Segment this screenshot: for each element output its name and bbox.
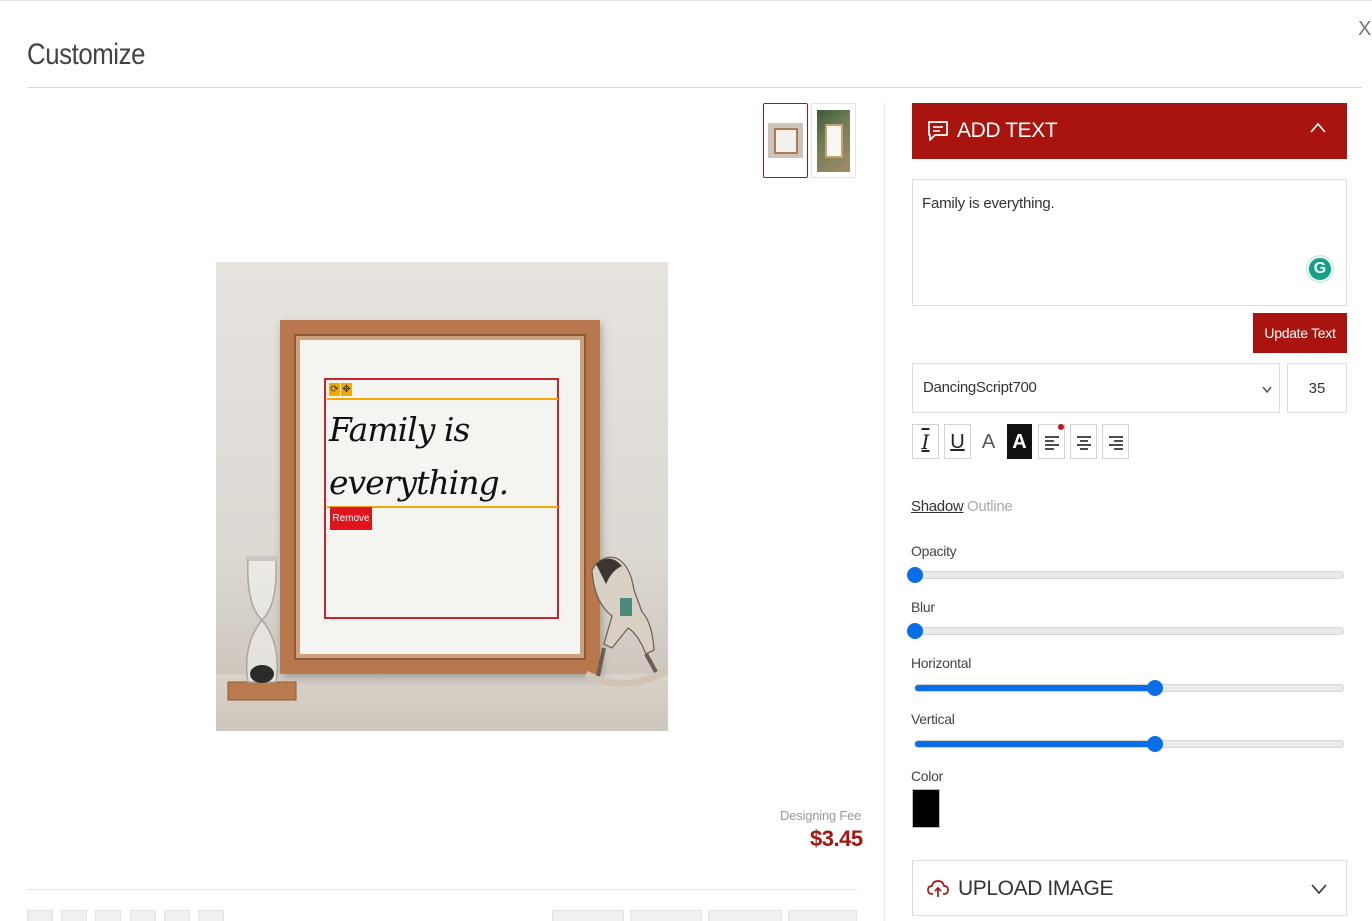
chevron-down-icon [1262, 386, 1272, 394]
color-swatch[interactable] [912, 789, 940, 828]
opacity-slider-thumb[interactable] [907, 567, 923, 583]
chevron-down-icon [1311, 884, 1327, 895]
designing-fee-label: Designing Fee [780, 808, 862, 823]
thumbnail-1-image [768, 123, 803, 158]
font-size-input[interactable] [1287, 363, 1347, 413]
bottom-tool-2[interactable] [61, 910, 87, 921]
vertical-label: Vertical [911, 711, 955, 727]
top-border [0, 0, 1372, 1]
align-center-button[interactable] [1070, 424, 1097, 459]
vertical-slider[interactable] [914, 736, 1344, 752]
close-button[interactable]: X [1358, 18, 1371, 41]
title-divider [27, 87, 1362, 88]
bottom-tool-4[interactable] [130, 910, 156, 921]
hourglass-decor [227, 556, 297, 701]
bottom-action-4[interactable] [788, 910, 857, 921]
thumbnail-2[interactable] [811, 103, 856, 178]
text-outline-button[interactable]: A [975, 424, 1002, 459]
add-text-title: ADD TEXT [957, 119, 1058, 142]
underline-button[interactable]: U [944, 424, 971, 459]
blur-slider[interactable] [907, 623, 1344, 639]
tab-shadow[interactable]: Shadow [911, 498, 964, 515]
remove-text-button[interactable]: Remove [330, 507, 372, 530]
vertical-slider-thumb[interactable] [1146, 736, 1163, 752]
thumbnail-1[interactable] [763, 103, 808, 178]
opacity-slider[interactable] [907, 567, 1344, 583]
comment-icon [928, 121, 948, 141]
bottom-action-3[interactable] [708, 910, 782, 921]
text-fill-button[interactable]: A [1007, 424, 1032, 459]
bottom-tool-1[interactable] [27, 910, 53, 921]
text-input[interactable]: Family is everything. [912, 179, 1347, 306]
thumbnail-2-image [817, 109, 850, 172]
align-right-button[interactable] [1102, 424, 1129, 459]
align-left-icon [1044, 435, 1059, 450]
blur-slider-thumb[interactable] [907, 623, 923, 639]
bottom-tool-5[interactable] [164, 910, 190, 921]
upload-image-title: UPLOAD IMAGE [958, 877, 1114, 900]
rocking-horse-decor [584, 556, 668, 688]
italic-button[interactable]: I [912, 424, 939, 459]
horizontal-slider[interactable] [914, 680, 1344, 696]
preview-bottom-divider [27, 889, 857, 890]
rotate-handle-icon[interactable]: ⟳ [329, 383, 340, 396]
bottom-tool-3[interactable] [95, 910, 121, 921]
horizontal-slider-fill [915, 685, 1155, 691]
canvas-text-line-2: everything. [329, 463, 509, 502]
chevron-up-icon [1310, 122, 1326, 133]
panel-divider [884, 103, 885, 921]
font-family-value: DancingScript700 [923, 379, 1037, 396]
align-right-icon [1108, 435, 1123, 450]
text-outline-icon: A [981, 430, 996, 453]
upload-image-panel-header[interactable]: UPLOAD IMAGE [912, 860, 1347, 916]
canvas-text-line-1: Family is [329, 410, 470, 449]
canvas-text[interactable]: Family is everything. [329, 403, 557, 509]
italic-icon: I [921, 429, 930, 454]
designing-fee-value: $3.45 [810, 826, 863, 851]
move-handle-icon[interactable]: ✥ [341, 383, 352, 396]
text-fill-icon: A [1012, 430, 1027, 453]
bottom-action-1[interactable] [552, 910, 624, 921]
horizontal-slider-thumb[interactable] [1146, 680, 1163, 696]
vertical-slider-fill [915, 741, 1155, 747]
opacity-label: Opacity [911, 543, 957, 559]
tab-outline[interactable]: Outline [967, 498, 1013, 515]
align-center-icon [1076, 435, 1091, 450]
horizontal-label: Horizontal [911, 655, 972, 671]
active-align-indicator [1058, 424, 1064, 430]
add-text-panel-header[interactable]: ADD TEXT [912, 103, 1347, 159]
dialog-title: Customize [27, 38, 146, 71]
bottom-action-2[interactable] [630, 910, 702, 921]
blur-label: Blur [911, 599, 935, 615]
underline-icon: U [950, 430, 965, 453]
bottom-tool-6[interactable] [198, 910, 224, 921]
cloud-upload-icon [927, 880, 949, 897]
update-text-button[interactable]: Update Text [1253, 313, 1347, 353]
grammarly-icon[interactable]: G [1307, 256, 1333, 282]
color-label: Color [911, 768, 943, 784]
font-family-select[interactable]: DancingScript700 [912, 363, 1280, 413]
